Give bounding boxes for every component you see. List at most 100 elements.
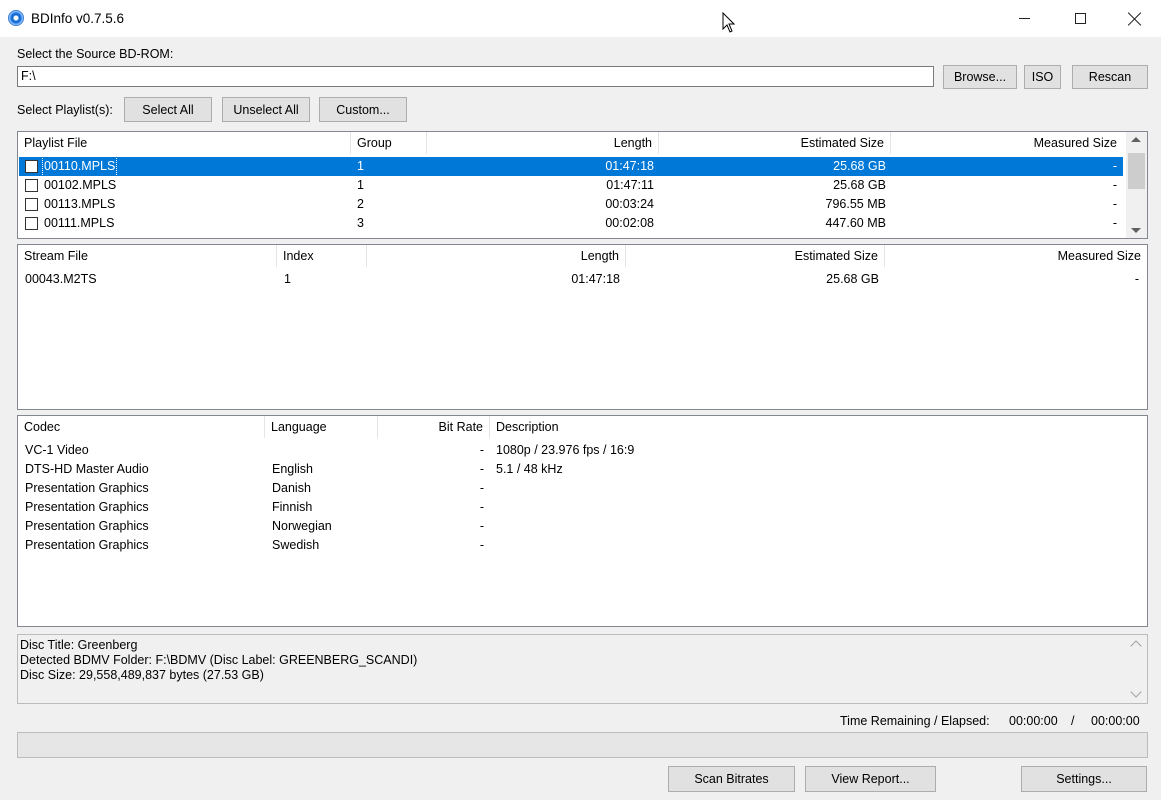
- table-row[interactable]: Presentation Graphics Finnish -: [18, 498, 1147, 517]
- scroll-down-arrow-icon[interactable]: [1131, 228, 1141, 233]
- bit-rate-cell: -: [479, 500, 484, 514]
- measured-size-cell: -: [1112, 216, 1117, 230]
- stream-file-table[interactable]: Stream File Index Length Estimated Size …: [17, 244, 1148, 410]
- browse-button[interactable]: Browse...: [943, 65, 1017, 89]
- column-header-stream-file[interactable]: Stream File: [18, 245, 277, 267]
- codec-cell: Presentation Graphics: [25, 538, 149, 552]
- language-cell: English: [272, 462, 313, 476]
- estimated-size-cell: 796.55 MB: [825, 197, 886, 211]
- language-cell: Swedish: [272, 538, 320, 552]
- column-header-group[interactable]: Group: [351, 132, 427, 154]
- playlist-scrollbar[interactable]: [1126, 132, 1147, 238]
- column-header-codec[interactable]: Codec: [18, 416, 265, 438]
- language-cell: Finnish: [272, 500, 313, 514]
- disc-size-line: Disc Size: 29,558,489,837 bytes (27.53 G…: [20, 668, 264, 682]
- maximize-button[interactable]: [1052, 0, 1108, 37]
- scroll-up-arrow-icon[interactable]: [1131, 137, 1141, 142]
- group-cell: 2: [357, 197, 364, 211]
- disc-info-scrollbar[interactable]: [1126, 635, 1147, 703]
- time-elapsed-value: 00:00:00: [1091, 714, 1140, 728]
- table-row[interactable]: 00102.MPLS 1 01:47:11 25.68 GB -: [19, 176, 1123, 195]
- column-header-language[interactable]: Language: [265, 416, 378, 438]
- scroll-up-arrow-icon[interactable]: [1130, 640, 1142, 652]
- close-button[interactable]: [1108, 0, 1161, 37]
- bit-rate-cell: -: [479, 519, 484, 533]
- bit-rate-cell: -: [479, 538, 484, 552]
- measured-size-cell: -: [1112, 178, 1117, 192]
- bdinfo-disc-icon: [8, 10, 24, 26]
- group-cell: 1: [357, 159, 364, 173]
- time-separator: /: [1071, 714, 1075, 728]
- column-header-measured-size[interactable]: Measured Size: [885, 245, 1147, 267]
- codec-table[interactable]: Codec Language Bit Rate Description VC-1…: [17, 415, 1148, 627]
- row-checkbox[interactable]: [25, 160, 38, 173]
- custom-button[interactable]: Custom...: [319, 97, 407, 122]
- column-header-length[interactable]: Length: [427, 132, 659, 154]
- unselect-all-button[interactable]: Unselect All: [222, 97, 310, 122]
- codec-cell: VC-1 Video: [25, 443, 89, 457]
- column-header-estimated-size[interactable]: Estimated Size: [659, 132, 891, 154]
- source-path-input[interactable]: F:\: [17, 66, 934, 87]
- stream-file-cell: 00043.M2TS: [25, 272, 97, 286]
- estimated-size-cell: 25.68 GB: [826, 272, 879, 286]
- row-checkbox[interactable]: [25, 179, 38, 192]
- column-header-playlist-file[interactable]: Playlist File: [18, 132, 351, 154]
- column-header-description[interactable]: Description: [490, 416, 1147, 438]
- codec-cell: Presentation Graphics: [25, 519, 149, 533]
- group-cell: 1: [357, 178, 364, 192]
- close-icon: [1128, 12, 1142, 26]
- table-row[interactable]: DTS-HD Master Audio English - 5.1 / 48 k…: [18, 460, 1147, 479]
- window-title: BDInfo v0.7.5.6: [31, 11, 125, 26]
- column-header-length[interactable]: Length: [367, 245, 626, 267]
- disc-title-line: Disc Title: Greenberg: [20, 638, 138, 652]
- select-all-button[interactable]: Select All: [124, 97, 212, 122]
- length-cell: 01:47:18: [605, 159, 654, 173]
- playlist-file-cell: 00102.MPLS: [44, 178, 117, 192]
- length-cell: 01:47:18: [571, 272, 620, 286]
- language-cell: Norwegian: [272, 519, 332, 533]
- description-cell: 5.1 / 48 kHz: [496, 462, 563, 476]
- column-header-estimated-size[interactable]: Estimated Size: [626, 245, 885, 267]
- codec-cell: Presentation Graphics: [25, 481, 149, 495]
- table-row[interactable]: VC-1 Video - 1080p / 23.976 fps / 16:9: [18, 441, 1147, 460]
- source-label: Select the Source BD-ROM:: [17, 47, 174, 61]
- scan-bitrates-button[interactable]: Scan Bitrates: [668, 766, 795, 792]
- time-remaining-elapsed-label: Time Remaining / Elapsed:: [840, 714, 990, 728]
- rescan-button[interactable]: Rescan: [1072, 65, 1148, 89]
- estimated-size-cell: 25.68 GB: [833, 178, 886, 192]
- bit-rate-cell: -: [479, 443, 484, 457]
- view-report-button[interactable]: View Report...: [805, 766, 936, 792]
- iso-button[interactable]: ISO: [1024, 65, 1061, 89]
- column-header-measured-size[interactable]: Measured Size: [891, 132, 1123, 154]
- index-cell: 1: [284, 272, 291, 286]
- title-bar[interactable]: [0, 0, 1161, 37]
- bdmv-folder-line: Detected BDMV Folder: F:\BDMV (Disc Labe…: [20, 653, 418, 667]
- language-cell: Danish: [272, 481, 311, 495]
- scroll-down-arrow-icon[interactable]: [1130, 686, 1142, 698]
- table-row[interactable]: 00110.MPLS 1 01:47:18 25.68 GB -: [19, 156, 1123, 177]
- minimize-icon: [1018, 18, 1030, 19]
- scroll-thumb[interactable]: [1128, 153, 1145, 189]
- column-header-index[interactable]: Index: [277, 245, 367, 267]
- table-row[interactable]: 00111.MPLS 3 00:02:08 447.60 MB -: [19, 214, 1123, 233]
- table-row[interactable]: Presentation Graphics Danish -: [18, 479, 1147, 498]
- length-cell: 01:47:11: [606, 178, 654, 192]
- table-row[interactable]: 00043.M2TS 1 01:47:18 25.68 GB -: [18, 270, 1147, 289]
- table-row[interactable]: Presentation Graphics Swedish -: [18, 536, 1147, 555]
- scan-progress-bar: [17, 732, 1148, 758]
- row-checkbox[interactable]: [25, 198, 38, 211]
- length-cell: 00:02:08: [605, 216, 654, 230]
- playlist-file-cell: 00110.MPLS: [41, 156, 118, 177]
- disc-info-textbox[interactable]: Disc Title: Greenberg Detected BDMV Fold…: [17, 634, 1148, 704]
- settings-button[interactable]: Settings...: [1021, 766, 1147, 792]
- codec-cell: DTS-HD Master Audio: [25, 462, 149, 476]
- playlist-table[interactable]: Playlist File Group Length Estimated Siz…: [17, 131, 1148, 239]
- row-checkbox[interactable]: [25, 217, 38, 230]
- select-playlists-label: Select Playlist(s):: [17, 103, 113, 117]
- table-row[interactable]: 00113.MPLS 2 00:03:24 796.55 MB -: [19, 195, 1123, 214]
- column-header-bit-rate[interactable]: Bit Rate: [378, 416, 490, 438]
- playlist-file-cell: 00113.MPLS: [44, 197, 116, 211]
- minimize-button[interactable]: [996, 0, 1052, 37]
- estimated-size-cell: 447.60 MB: [825, 216, 886, 230]
- table-row[interactable]: Presentation Graphics Norwegian -: [18, 517, 1147, 536]
